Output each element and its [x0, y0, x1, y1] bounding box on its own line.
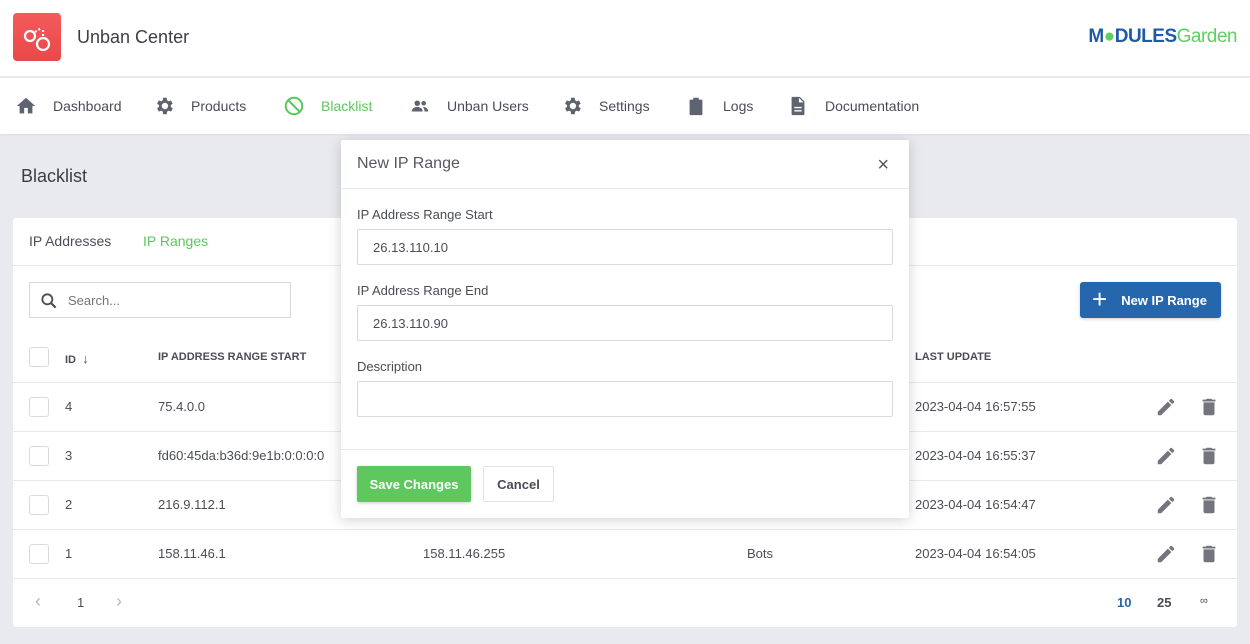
page-size-25[interactable]: 25: [1157, 595, 1171, 610]
column-header-start[interactable]: IP ADDRESS RANGE START: [158, 351, 306, 363]
next-page-button[interactable]: ›: [116, 591, 122, 612]
edit-icon[interactable]: [1155, 494, 1177, 516]
divider: [341, 188, 909, 189]
nav-label: Logs: [723, 98, 754, 114]
column-header-last-update[interactable]: LAST UPDATE: [915, 351, 991, 363]
cell-range-end: 158.11.46.255: [423, 546, 506, 561]
range-start-label: IP Address Range Start: [357, 207, 493, 222]
table-row: 1 158.11.46.1 158.11.46.255 Bots 2023-04…: [13, 529, 1237, 578]
column-header-id[interactable]: ID ↓: [65, 351, 89, 366]
row-checkbox[interactable]: [29, 446, 49, 466]
clipboard-icon: [689, 97, 703, 116]
nav-documentation[interactable]: Documentation: [787, 78, 919, 134]
page-size-10[interactable]: 10: [1117, 595, 1131, 610]
delete-icon[interactable]: [1198, 445, 1220, 467]
nav-products[interactable]: Products: [153, 78, 246, 134]
new-ip-range-modal: New IP Range × IP Address Range Start IP…: [341, 140, 909, 518]
edit-icon[interactable]: [1155, 396, 1177, 418]
row-checkbox[interactable]: [29, 495, 49, 515]
range-end-input[interactable]: [357, 305, 893, 341]
delete-icon[interactable]: [1198, 396, 1220, 418]
new-ip-range-button[interactable]: + New IP Range: [1080, 282, 1221, 318]
nav-label: Settings: [599, 98, 650, 114]
search-icon: [41, 293, 57, 309]
modal-title: New IP Range: [357, 155, 460, 172]
range-start-input[interactable]: [357, 229, 893, 265]
delete-icon[interactable]: [1198, 494, 1220, 516]
cell-id: 4: [65, 399, 73, 414]
nav-label: Unban Users: [447, 98, 529, 114]
users-icon: [411, 100, 429, 112]
nav-label: Documentation: [825, 98, 920, 114]
cell-last-update: 2023-04-04 16:57:55: [915, 399, 1036, 414]
nav-logs[interactable]: Logs: [685, 78, 753, 134]
nav-unban-users[interactable]: Unban Users: [409, 78, 529, 134]
cell-last-update: 2023-04-04 16:54:47: [915, 497, 1036, 512]
edit-icon[interactable]: [1155, 543, 1177, 565]
tab-ip-ranges[interactable]: IP Ranges: [143, 233, 208, 249]
description-input[interactable]: [357, 381, 893, 417]
range-end-label: IP Address Range End: [357, 283, 489, 298]
block-icon: [284, 96, 304, 116]
divider: [341, 449, 909, 450]
search-box[interactable]: [29, 282, 291, 318]
cell-description: Bots: [747, 546, 774, 561]
app-header: Unban Center M●DULESGarden: [0, 0, 1250, 77]
page-1-button[interactable]: 1: [77, 595, 84, 610]
nav-label: Dashboard: [53, 98, 122, 114]
button-label: New IP Range: [1121, 292, 1207, 308]
prev-page-button[interactable]: ‹: [35, 591, 41, 612]
cell-range-start: 75.4.0.0: [158, 399, 205, 414]
app-logo-handcuffs-icon: [13, 13, 61, 61]
nav-settings[interactable]: Settings: [561, 78, 650, 134]
main-nav: Dashboard Products Blacklist Unban Users…: [0, 78, 1250, 134]
page-title: Blacklist: [21, 166, 88, 186]
app-title: Unban Center: [77, 27, 190, 47]
select-all-checkbox[interactable]: [29, 347, 49, 367]
edit-icon[interactable]: [1155, 445, 1177, 467]
gear-icon: [565, 97, 581, 115]
gear-icon: [157, 97, 173, 115]
cell-range-start: 216.9.112.1: [158, 497, 226, 512]
delete-icon[interactable]: [1198, 543, 1220, 565]
close-icon[interactable]: ×: [877, 154, 889, 177]
cancel-button[interactable]: Cancel: [483, 466, 554, 502]
cell-range-start: fd60:45da:b36d:9e1b:0:0:0:0: [158, 448, 325, 463]
document-icon: [791, 96, 805, 116]
cell-range-start: 158.11.46.1: [158, 546, 226, 561]
page-size-all[interactable]: ∞: [1200, 595, 1208, 607]
description-label: Description: [357, 359, 423, 374]
divider: [13, 578, 1237, 579]
nav-blacklist[interactable]: Blacklist: [283, 78, 372, 134]
nav-label: Products: [191, 98, 247, 114]
nav-dashboard[interactable]: Dashboard: [15, 78, 122, 134]
cell-id: 2: [65, 497, 73, 512]
modulesgarden-logo: M●DULESGarden: [1088, 26, 1237, 47]
cell-last-update: 2023-04-04 16:54:05: [915, 546, 1036, 561]
cell-id: 1: [65, 546, 73, 561]
sort-arrow-down-icon: ↓: [82, 351, 89, 366]
save-changes-button[interactable]: Save Changes: [357, 466, 471, 502]
home-icon: [16, 97, 36, 114]
plus-icon: +: [1092, 284, 1108, 314]
row-checkbox[interactable]: [29, 544, 49, 564]
cell-id: 3: [65, 448, 73, 463]
tab-ip-addresses[interactable]: IP Addresses: [29, 233, 111, 249]
nav-label: Blacklist: [321, 98, 373, 114]
cell-last-update: 2023-04-04 16:55:37: [915, 448, 1036, 463]
row-checkbox[interactable]: [29, 397, 49, 417]
search-input[interactable]: [68, 293, 268, 308]
